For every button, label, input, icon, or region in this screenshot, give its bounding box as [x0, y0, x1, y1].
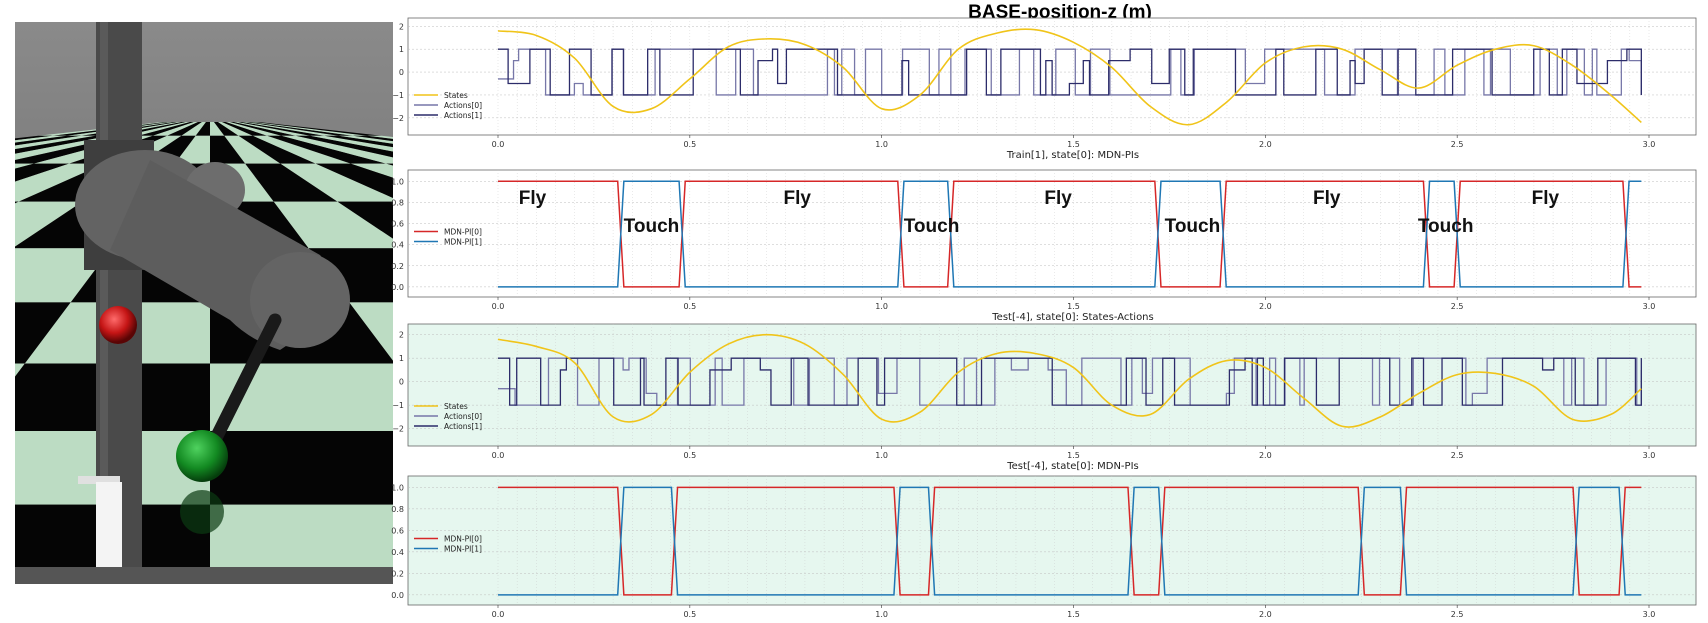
legend-label: MDN-PI[0]	[444, 535, 482, 544]
x-tick-label: 1.5	[1067, 610, 1080, 619]
y-tick-label: −2	[392, 114, 404, 123]
legend-label: MDN-PI[1]	[444, 545, 482, 554]
test-mdn-pis-panel: 1.0 0.8 0.6 0.4 0.2 0.0 0.0 0.5 1.0 1.5 2.0 2.5 3.0 M…	[391, 475, 1697, 619]
phase-label-fly: Fly	[1313, 188, 1341, 209]
x-tick-label: 0.5	[683, 302, 696, 311]
legend-label: States	[444, 402, 468, 411]
y-tick-label: 1	[399, 354, 404, 363]
y-tick-label: 0.4	[391, 241, 404, 250]
plot-figure: BASE-position-z (m) 210−1−20.0 0.5 1.0 1.5 2…	[391, 2, 1697, 619]
x-tick-label: 3.0	[1643, 302, 1656, 311]
x-tick-label: 1.0	[875, 302, 888, 311]
phase-label-fly: Fly	[1532, 188, 1560, 209]
x-tick-label: 1.5	[1067, 302, 1080, 311]
y-tick-label: 0.0	[391, 591, 404, 600]
legend-label: Actions[1]	[444, 422, 482, 431]
y-tick-label: 2	[399, 22, 404, 31]
phase-label-fly: Fly	[519, 188, 547, 209]
x-tick-label: 0.0	[492, 610, 505, 619]
x-tick-label: 0.0	[492, 451, 505, 460]
x-tick-label: 2.5	[1451, 140, 1464, 149]
x-tick-label: 2.0	[1259, 140, 1272, 149]
x-tick-label: 0.0	[492, 302, 505, 311]
y-tick-label: 1.0	[391, 483, 404, 492]
y-tick-label: 0	[399, 68, 404, 77]
x-tick-label: 0.5	[683, 140, 696, 149]
x-tick-label: 0.0	[492, 140, 505, 149]
x-tick-label: 3.0	[1643, 451, 1656, 460]
x-tick-label: 2.5	[1451, 610, 1464, 619]
phase-label-fly: Fly	[784, 188, 812, 209]
panel-caption: Test[-4], state[0]: States-Actions	[991, 312, 1153, 323]
x-tick-label: 3.0	[1643, 140, 1656, 149]
y-tick-label: −1	[392, 401, 404, 410]
train-states-actions-panel: 210−1−20.0 0.5 1.0 1.5 2.0 2.5 3.0StatesAction…	[392, 17, 1697, 161]
panel-caption: Train[1], state[0]: MDN-PIs	[1006, 150, 1139, 161]
x-tick-label: 1.0	[875, 451, 888, 460]
phase-label-touch: Touch	[1418, 216, 1474, 237]
y-tick-label: 1	[399, 45, 404, 54]
phase-label-touch: Touch	[1165, 216, 1221, 237]
x-tick-label: 1.0	[875, 610, 888, 619]
x-tick-label: 2.0	[1259, 610, 1272, 619]
y-tick-label: 0.2	[391, 262, 404, 271]
panel-caption: Test[-4], state[0]: MDN-PIs	[1006, 461, 1138, 472]
plot-area	[407, 475, 1697, 606]
y-tick-label: 0.6	[391, 526, 404, 535]
y-tick-label: 0.6	[391, 220, 404, 229]
y-tick-label: 0.0	[391, 283, 404, 292]
legend-label: Actions[1]	[444, 111, 482, 120]
legend-label: MDN-PI[0]	[444, 228, 482, 237]
x-tick-label: 3.0	[1643, 610, 1656, 619]
legend-label: States	[444, 91, 468, 100]
x-tick-label: 1.5	[1067, 140, 1080, 149]
x-tick-label: 0.5	[683, 610, 696, 619]
y-tick-label: 2	[399, 331, 404, 340]
y-tick-label: 0.8	[391, 505, 404, 514]
x-tick-label: 2.5	[1451, 302, 1464, 311]
legend-label: Actions[0]	[444, 412, 482, 421]
phase-label-fly: Fly	[1044, 188, 1072, 209]
y-tick-label: 1.0	[391, 177, 404, 186]
y-tick-label: 0	[399, 378, 404, 387]
x-tick-label: 2.5	[1451, 451, 1464, 460]
y-tick-label: 0.2	[391, 569, 404, 578]
x-tick-label: 1.5	[1067, 451, 1080, 460]
legend-label: Actions[0]	[444, 101, 482, 110]
phase-label-touch: Touch	[904, 216, 960, 237]
x-tick-label: 2.0	[1259, 302, 1272, 311]
x-tick-label: 1.0	[875, 140, 888, 149]
x-tick-label: 0.5	[683, 451, 696, 460]
y-tick-label: 0.4	[391, 548, 404, 557]
test-states-actions-panel: 210−1−20.0 0.5 1.0 1.5 2.0 2.5 3.0StatesAction…	[392, 323, 1697, 472]
y-tick-label: 0.8	[391, 198, 404, 207]
y-tick-label: −1	[392, 91, 404, 100]
y-tick-label: −2	[392, 425, 404, 434]
x-tick-label: 2.0	[1259, 451, 1272, 460]
phase-label-touch: Touch	[624, 216, 680, 237]
legend-label: MDN-PI[1]	[444, 238, 482, 247]
train-mdn-pis-panel: 1.0 0.8 0.6 0.4 0.2 0.0 0.0 0.5 1.0 1.5 2.0 2.5 3.0 M…	[391, 169, 1697, 323]
